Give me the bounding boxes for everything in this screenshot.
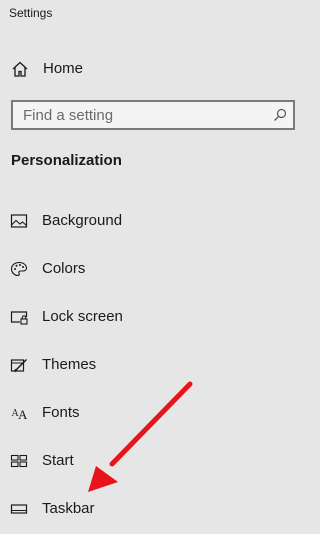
window-title: Settings [9,6,53,20]
sidebar-item-label: Colors [42,260,86,277]
sidebar-item-label: Themes [42,356,97,373]
sidebar-item-background[interactable]: Background [0,204,310,238]
fonts-icon: A A [12,407,29,421]
svg-text:A: A [18,407,28,421]
themes-icon [10,358,28,373]
start-icon [10,454,28,468]
section-title: Personalization [11,152,122,169]
search-icon[interactable] [273,108,287,122]
sidebar-item-start[interactable]: Start [0,444,310,478]
sidebar-item-taskbar[interactable]: Taskbar [0,492,310,526]
search-box[interactable] [11,100,295,130]
search-input[interactable] [23,107,263,124]
sidebar-item-label: Start [42,452,74,469]
sidebar-item-label: Fonts [42,404,80,421]
picture-icon [10,214,28,228]
sidebar-item-colors[interactable]: Colors [0,252,310,286]
sidebar-item-label: Taskbar [42,500,95,517]
sidebar-item-label: Background [42,212,123,229]
home-nav-item[interactable]: Home [0,52,310,86]
sidebar-item-label: Lock screen [42,308,123,325]
palette-icon [10,261,28,277]
sidebar-item-themes[interactable]: Themes [0,348,310,382]
taskbar-icon [10,504,28,514]
lock-screen-icon [10,311,28,325]
sidebar-item-lock-screen[interactable]: Lock screen [0,300,310,334]
home-label: Home [43,60,84,77]
sidebar-item-fonts[interactable]: A A Fonts [0,396,310,430]
home-icon [12,61,28,77]
